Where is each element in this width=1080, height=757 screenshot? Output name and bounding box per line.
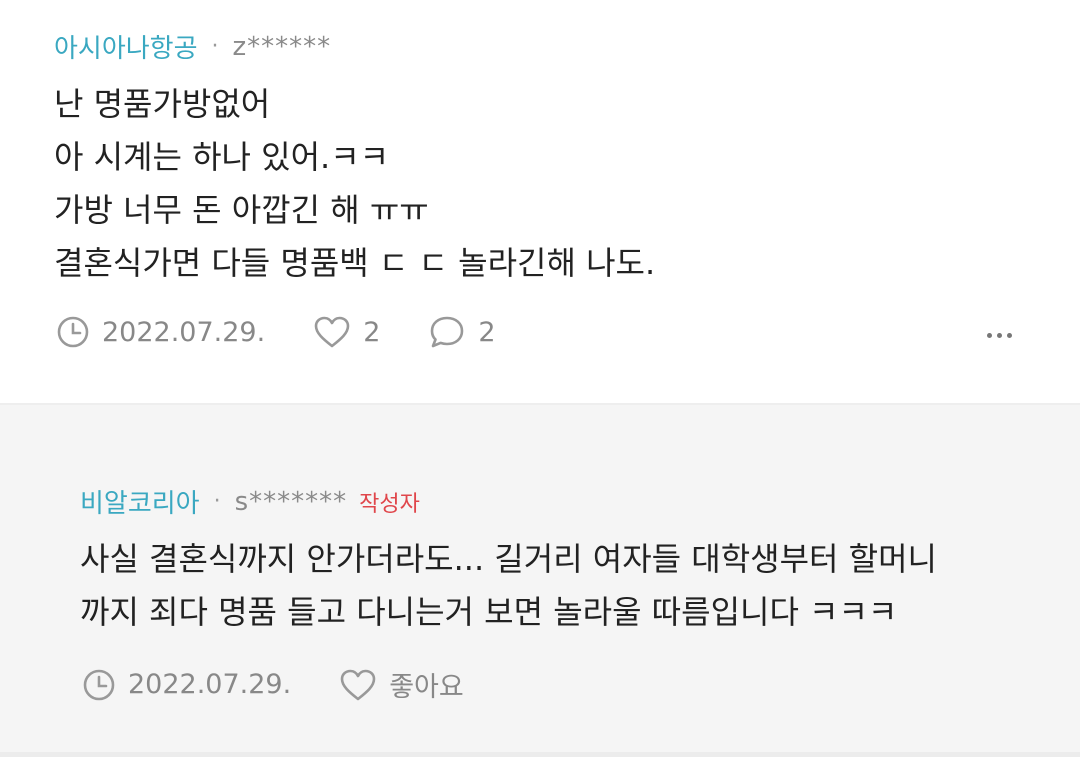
list-bottom-divider (0, 752, 1080, 757)
comment-user-id: z****** (232, 31, 332, 62)
reply-date-text: 2022.07.29. (128, 669, 292, 700)
comment-date-text: 2022.07.29. (102, 316, 266, 348)
comment-line: 결혼식가면 다들 명품백 ㄷ ㄷ 놀라긴해 나도. (54, 244, 656, 282)
reply-like-button[interactable]: 좋아요 (339, 665, 464, 704)
meta-separator: · (213, 489, 221, 514)
heart-icon (340, 669, 376, 700)
comment-line: 아 시계는 하나 있어.ㅋㅋ (54, 138, 390, 176)
like-button[interactable]: 2 (313, 315, 380, 349)
comment-item: 아시아나항공 · z****** 난 명품가방없어 아 시계는 하나 있어.ㅋㅋ… (0, 0, 1080, 405)
clock-icon (83, 669, 115, 700)
comment-body: 난 명품가방없어 아 시계는 하나 있어.ㅋㅋ 가방 너무 돈 아깝긴 해 ㅠㅠ… (54, 78, 655, 290)
more-dots-icon (987, 333, 992, 338)
comment-nickname[interactable]: 아시아나항공 (54, 28, 198, 65)
reply-line: 사실 결혼식까지 안가더라도... 길거리 여자들 대학생부터 할머니 (80, 540, 937, 578)
reply-body: 사실 결혼식까지 안가더라도... 길거리 여자들 대학생부터 할머니 까지 죄… (80, 533, 937, 639)
reply-meta: 비알코리아 · s******* 작성자 (80, 483, 420, 520)
reply-nickname[interactable]: 비알코리아 (80, 483, 200, 520)
clock-icon (57, 316, 89, 348)
heart-icon (314, 316, 350, 348)
reply-item: 비알코리아 · s******* 작성자 사실 결혼식까지 안가더라도... 길… (0, 405, 1080, 752)
like-count: 2 (363, 316, 381, 348)
reply-user-id: s******* (234, 486, 348, 517)
more-options-button[interactable] (987, 333, 1012, 338)
reply-line: 까지 죄다 명품 들고 다니는거 보면 놀라울 따름입니다 ㅋㅋㅋ (80, 593, 898, 631)
comment-footer: 2022.07.29. 2 2 (56, 314, 496, 350)
author-badge: 작성자 (359, 491, 420, 517)
reply-like-label: 좋아요 (389, 672, 464, 703)
reply-date: 2022.07.29. (82, 668, 291, 702)
meta-separator: · (211, 34, 219, 59)
comment-line: 난 명품가방없어 (54, 85, 271, 123)
comment-date: 2022.07.29. (56, 315, 265, 349)
reply-footer: 2022.07.29. 좋아요 (82, 665, 464, 704)
comment-meta: 아시아나항공 · z****** (54, 28, 331, 65)
comment-line: 가방 너무 돈 아깝긴 해 ㅠㅠ (54, 191, 429, 229)
reply-button[interactable]: 2 (428, 314, 496, 350)
speech-bubble-icon (431, 316, 464, 348)
reply-count: 2 (478, 316, 496, 348)
